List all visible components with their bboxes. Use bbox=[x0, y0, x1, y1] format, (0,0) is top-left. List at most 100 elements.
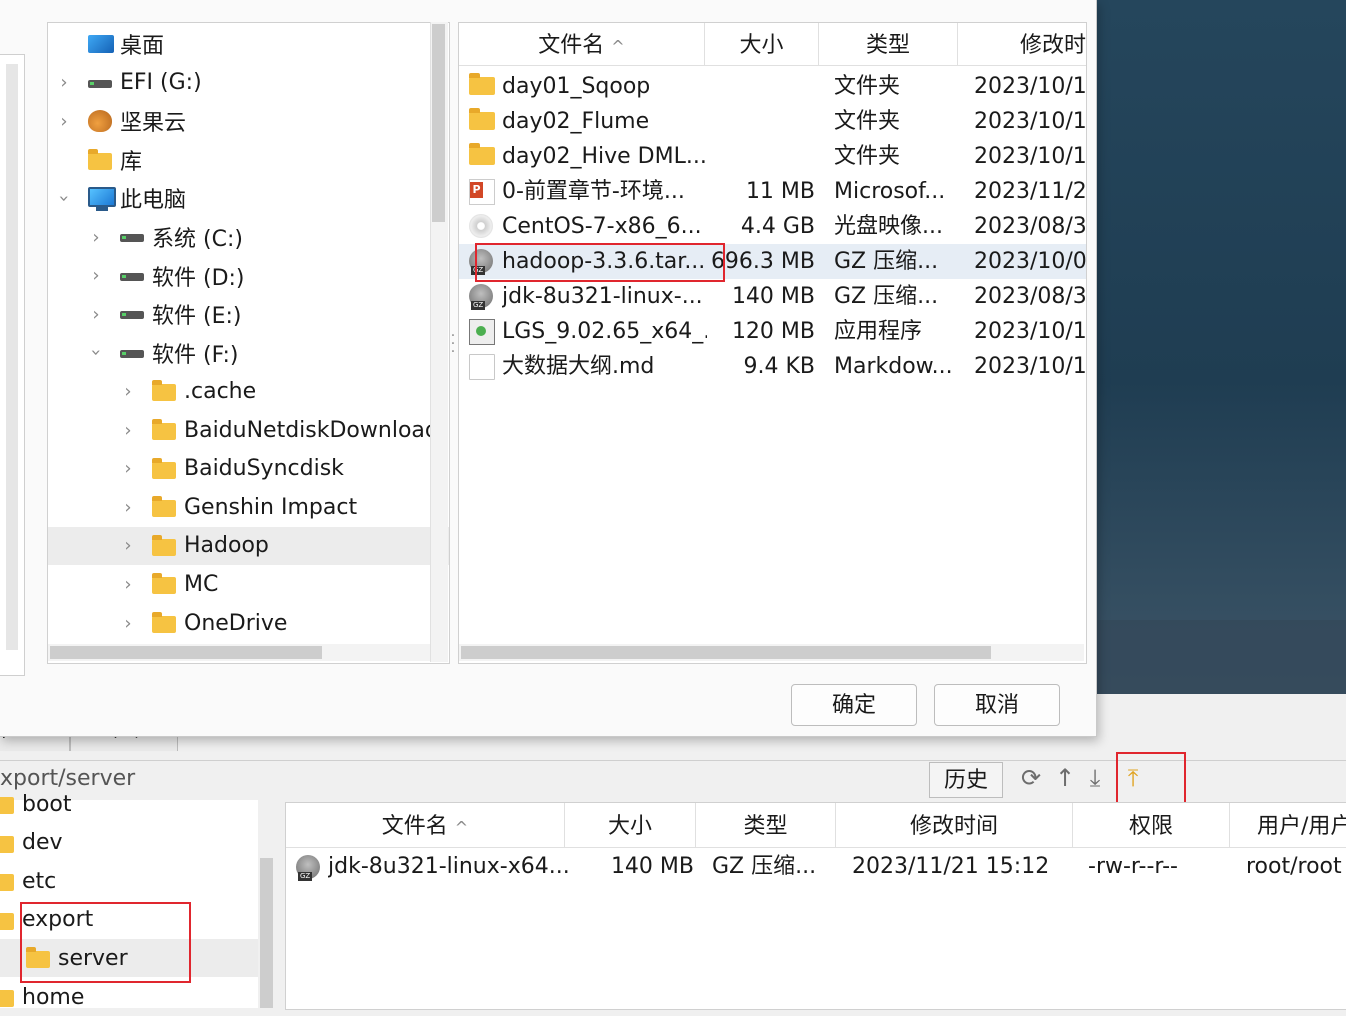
tree-item-label: .cache bbox=[184, 378, 257, 404]
column-header-size[interactable]: 大小 bbox=[705, 23, 819, 65]
remote-file-row[interactable]: jdk-8u321-linux-x64... 140 MB GZ 压缩... 2… bbox=[286, 849, 1346, 885]
export-server-highlight-box bbox=[20, 902, 191, 983]
remote-tree-item[interactable]: home bbox=[0, 978, 258, 1016]
history-button[interactable]: 历史 bbox=[929, 762, 1003, 798]
folder-icon bbox=[150, 573, 178, 595]
remote-tree-item[interactable]: etc bbox=[0, 862, 258, 900]
desktop-background bbox=[1096, 0, 1346, 694]
folder-icon bbox=[469, 143, 495, 165]
left-pane-scrollbar[interactable] bbox=[6, 64, 18, 650]
column-header-name[interactable]: 文件名 ^ bbox=[459, 23, 705, 65]
folder-icon bbox=[86, 148, 114, 171]
file-modified: 2023/10/1 bbox=[974, 144, 1086, 169]
drive-icon bbox=[118, 303, 146, 325]
column-header-size[interactable]: 大小 bbox=[565, 803, 696, 847]
download-icon[interactable]: ⤓ bbox=[1082, 764, 1108, 792]
file-type: GZ 压缩... bbox=[834, 249, 939, 274]
remote-tree-item[interactable]: dev bbox=[0, 824, 258, 862]
drive-icon bbox=[118, 265, 146, 287]
file-row[interactable]: day01_Sqoop 文件夹 2023/10/1 bbox=[459, 69, 1086, 104]
document-icon bbox=[469, 354, 495, 380]
chevron-right-icon[interactable]: › bbox=[88, 304, 104, 325]
folder-icon bbox=[150, 496, 178, 518]
chevron-right-icon[interactable]: › bbox=[120, 381, 136, 402]
file-row[interactable]: 大数据大纲.md 9.4 KB Markdow... 2023/10/1 bbox=[459, 349, 1086, 384]
chevron-down-icon[interactable]: › bbox=[86, 345, 107, 361]
file-row[interactable]: day02_Flume 文件夹 2023/10/1 bbox=[459, 104, 1086, 139]
folder-tree-horizontal-thumb[interactable] bbox=[50, 646, 322, 659]
remote-tree-item[interactable]: boot bbox=[0, 785, 258, 823]
chevron-right-icon[interactable]: › bbox=[120, 574, 136, 595]
chevron-right-icon[interactable]: › bbox=[88, 227, 104, 248]
gz-archive-icon bbox=[296, 855, 320, 881]
file-type: Markdow... bbox=[834, 354, 953, 379]
tree-item[interactable]: › 坚果云 bbox=[48, 102, 438, 140]
file-row[interactable]: CentOS-7-x86_6... 4.4 GB 光盘映像... 2023/08/3 bbox=[459, 209, 1086, 244]
folder-icon bbox=[150, 534, 178, 557]
remote-tree-scroll-thumb[interactable] bbox=[260, 858, 273, 1008]
file-row[interactable]: day02_Hive DML... 文件夹 2023/10/1 bbox=[459, 139, 1086, 174]
column-header-modified[interactable]: 修改时 bbox=[958, 23, 1086, 65]
tree-item-label: 系统 (C:) bbox=[152, 227, 243, 252]
tree-item[interactable]: › 软件 (F:) bbox=[48, 334, 449, 372]
ok-button[interactable]: 确定 bbox=[791, 684, 917, 726]
column-header-name[interactable]: 文件名 ^ bbox=[286, 803, 565, 847]
column-header-type[interactable]: 类型 bbox=[819, 23, 958, 65]
chevron-right-icon[interactable]: › bbox=[120, 535, 136, 556]
file-permissions: -rw-r--r-- bbox=[1088, 854, 1178, 879]
remote-file-list: 文件名 ^ 大小 类型 修改时间 权限 用户/用户组 jdk-8u321-lin… bbox=[285, 802, 1346, 1010]
refresh-icon[interactable]: ⟳ bbox=[1018, 764, 1044, 792]
file-row[interactable]: jdk-8u321-linux-... 140 MB GZ 压缩... 2023/08… bbox=[459, 279, 1086, 314]
file-modified: 2023/08/3 bbox=[974, 214, 1086, 239]
file-modified: 2023/11/2 bbox=[974, 179, 1086, 204]
file-modified: 2023/11/21 15:12 bbox=[852, 854, 1050, 879]
chevron-right-icon[interactable]: › bbox=[120, 458, 136, 479]
tree-item-label: MC bbox=[184, 571, 219, 597]
pane-splitter-handle[interactable]: · · · bbox=[450, 329, 456, 359]
up-directory-icon[interactable]: ↑ bbox=[1052, 764, 1078, 792]
folder-tree: 桌面 › EFI (G:) › 坚果云库 › 此电脑 › 系统 (C:) › 软件 (D:) › 软件 … bbox=[47, 22, 450, 664]
file-row[interactable]: LGS_9.02.65_x64_... 120 MB 应用程序 2023/10/1 bbox=[459, 314, 1086, 349]
tree-item[interactable]: › 此电脑 bbox=[48, 179, 438, 217]
chevron-right-icon[interactable]: › bbox=[120, 613, 136, 634]
chevron-right-icon[interactable]: › bbox=[120, 497, 136, 518]
folder-tree-scroll-thumb[interactable] bbox=[432, 24, 445, 222]
tree-item[interactable]: › Genshin Impact bbox=[48, 488, 449, 526]
folder-icon bbox=[0, 832, 16, 854]
chevron-down-icon[interactable]: › bbox=[54, 190, 75, 206]
cancel-button[interactable]: 取消 bbox=[934, 684, 1060, 726]
column-header-permissions[interactable]: 权限 bbox=[1073, 803, 1230, 847]
tree-item-label: 库 bbox=[120, 149, 143, 175]
column-header-modified[interactable]: 修改时间 bbox=[836, 803, 1073, 847]
file-list-header: 文件名 ^ 大小 类型 修改时 bbox=[459, 23, 1086, 66]
chevron-right-icon[interactable]: › bbox=[88, 265, 104, 286]
tree-item[interactable]: › Hadoop bbox=[48, 526, 449, 565]
column-header-owner[interactable]: 用户/用户组 bbox=[1230, 803, 1346, 847]
file-row[interactable]: 0-前置章节-环境... 11 MB Microsof... 2023/11/2 bbox=[459, 174, 1086, 209]
chevron-right-icon[interactable]: › bbox=[56, 111, 72, 132]
tree-item[interactable]: › BaiduSyncdisk bbox=[48, 450, 449, 488]
tree-item[interactable]: › 系统 (C:) bbox=[48, 218, 449, 256]
desktop-background-strip bbox=[1096, 620, 1346, 694]
tree-item[interactable]: › .cache bbox=[48, 372, 449, 410]
folder-icon bbox=[469, 108, 495, 130]
tree-item[interactable]: › OneDrive bbox=[48, 604, 449, 642]
tree-item[interactable]: 桌面 bbox=[48, 25, 438, 63]
column-header-type[interactable]: 类型 bbox=[696, 803, 836, 847]
folder-icon bbox=[469, 73, 495, 95]
tree-item[interactable]: › EFI (G:) bbox=[48, 64, 438, 102]
folder-icon bbox=[150, 380, 178, 402]
tree-item[interactable]: › BaiduNetdiskDownload bbox=[48, 411, 449, 449]
file-list-horizontal-thumb[interactable] bbox=[461, 646, 991, 659]
tree-item[interactable]: 库 bbox=[48, 141, 438, 179]
folder-icon bbox=[0, 870, 16, 892]
file-modified: 2023/10/1 bbox=[974, 74, 1086, 99]
chevron-right-icon[interactable]: › bbox=[56, 72, 72, 93]
tree-item[interactable]: › MC bbox=[48, 565, 449, 603]
tree-item[interactable]: › 软件 (E:) bbox=[48, 295, 449, 333]
folder-icon bbox=[150, 419, 178, 441]
file-modified: 2023/10/0 bbox=[974, 249, 1086, 274]
tree-item[interactable]: › 软件 (D:) bbox=[48, 257, 449, 295]
chevron-right-icon[interactable]: › bbox=[120, 420, 136, 441]
folder-icon bbox=[0, 909, 16, 931]
